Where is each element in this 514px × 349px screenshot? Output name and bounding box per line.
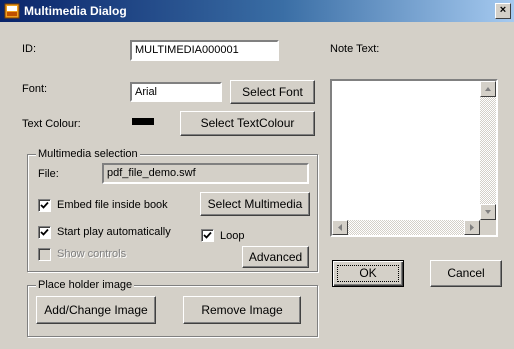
scroll-up-icon[interactable] — [480, 81, 496, 97]
loop-checkbox[interactable] — [201, 229, 214, 242]
autoplay-label: Start play automatically — [57, 226, 171, 238]
title-bar: Multimedia Dialog × — [0, 0, 514, 22]
vertical-scrollbar[interactable] — [480, 81, 496, 220]
ok-button[interactable]: OK — [332, 260, 404, 287]
multimedia-selection-legend: Multimedia selection — [36, 148, 140, 160]
select-textcolour-button[interactable]: Select TextColour — [180, 111, 315, 136]
embed-label: Embed file inside book — [57, 199, 168, 211]
loop-label: Loop — [220, 230, 245, 242]
font-field[interactable]: Arial — [130, 82, 222, 102]
add-change-image-button[interactable]: Add/Change Image — [36, 296, 156, 324]
show-controls-label: Show controls — [57, 248, 127, 260]
placeholder-image-legend: Place holder image — [36, 279, 135, 291]
cancel-button[interactable]: Cancel — [430, 260, 502, 287]
note-text-area[interactable] — [330, 79, 498, 237]
autoplay-checkbox[interactable] — [38, 226, 51, 239]
text-colour-label: Text Colour: — [22, 118, 81, 130]
window-title: Multimedia Dialog — [24, 4, 127, 18]
id-label: ID: — [22, 43, 37, 55]
checkmark-icon — [40, 201, 49, 209]
scroll-right-icon[interactable] — [464, 220, 480, 235]
checkmark-icon — [203, 231, 212, 239]
focus-rect — [337, 265, 399, 282]
select-multimedia-button[interactable]: Select Multimedia — [200, 192, 310, 216]
checkmark-icon — [40, 228, 49, 236]
embed-checkbox[interactable] — [38, 199, 51, 212]
file-field[interactable]: pdf_file_demo.swf — [102, 163, 309, 184]
scrollbar-corner — [480, 220, 496, 235]
font-label: Font: — [22, 83, 48, 95]
id-field[interactable]: MULTIMEDIA000001 — [130, 40, 279, 61]
remove-image-button[interactable]: Remove Image — [183, 296, 301, 324]
text-colour-swatch — [132, 118, 154, 125]
show-controls-checkbox[interactable] — [38, 248, 51, 261]
scroll-left-icon[interactable] — [332, 220, 348, 235]
file-label: File: — [38, 168, 59, 180]
app-icon — [4, 3, 20, 19]
multimedia-dialog: Multimedia Dialog × ID: MULTIMEDIA000001… — [0, 0, 514, 349]
advanced-button[interactable]: Advanced — [242, 246, 309, 268]
close-icon[interactable]: × — [495, 3, 511, 19]
horizontal-scrollbar[interactable] — [332, 220, 480, 235]
note-text-label: Note Text: — [330, 43, 380, 55]
scroll-down-icon[interactable] — [480, 204, 496, 220]
select-font-button[interactable]: Select Font — [230, 80, 315, 104]
